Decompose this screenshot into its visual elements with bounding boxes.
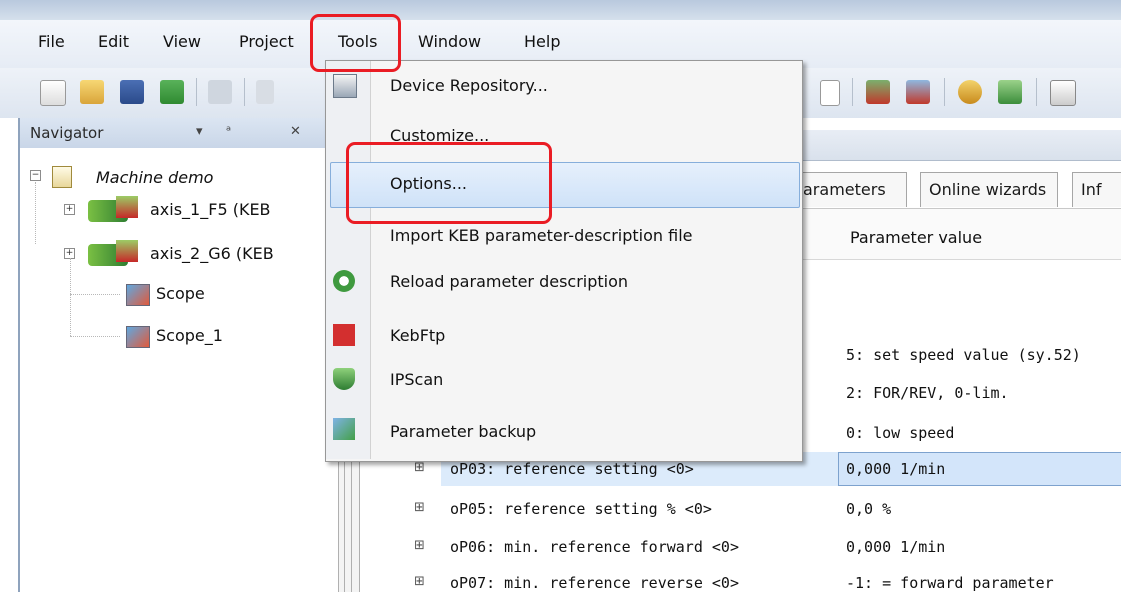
reload-icon [333,270,355,292]
new-file-icon[interactable] [40,80,66,106]
expand-icon[interactable]: ⊞ [414,460,425,475]
navigator-dropdown-icon[interactable]: ▾ [196,124,203,139]
navigator-title: Navigator [30,124,104,142]
parameter-value: 2: FOR/REV, 0-lim. [846,384,1009,402]
menu-item-device-repository[interactable]: Device Repository... [390,76,548,95]
menu-item-kebftp[interactable]: KebFtp [390,326,445,345]
parameter-value[interactable]: 0,0 % [846,500,891,518]
key-icon[interactable] [958,80,982,104]
tab-info[interactable]: Inf [1072,172,1121,207]
tab-parameters[interactable]: arameters [800,172,907,207]
navigator-pin-icon[interactable]: ᵃ [226,124,231,139]
navigator-close-icon[interactable]: ✕ [290,124,301,139]
toolbar-separator [196,78,197,106]
parameter-value[interactable]: 0,000 1/min [846,538,945,556]
expand-icon[interactable]: + [64,204,75,215]
window-title-strip [0,0,1121,20]
menu-window[interactable]: Window [418,32,481,51]
menu-edit[interactable]: Edit [98,32,129,51]
menu-icon-column [326,61,371,459]
tab-online-wizards[interactable]: Online wizards [920,172,1058,207]
menu-file[interactable]: File [38,32,65,51]
ipscan-icon [333,368,355,390]
tree-item-axis-2[interactable]: axis_2_G6 (KEB [150,244,274,263]
parameter-name[interactable]: oP05: reference setting % <0> [450,500,712,518]
open-folder-icon[interactable] [80,80,104,104]
menu-item-import-keb-description[interactable]: Import KEB parameter-description file [390,226,692,245]
scan-icon[interactable] [998,80,1022,104]
toolbar-separator [944,78,945,106]
expand-icon[interactable]: ⊞ [414,538,425,553]
menu-item-ipscan[interactable]: IPScan [390,370,443,389]
repository-icon [333,74,357,98]
parameter-name[interactable]: oP07: min. reference reverse <0> [450,574,739,592]
undo-icon[interactable] [256,80,274,104]
parameter-name[interactable]: oP06: min. reference forward <0> [450,538,739,556]
tree-item-axis-1[interactable]: axis_1_F5 (KEB [150,200,271,219]
toolbar-separator [244,78,245,106]
parameter-value: 5: set speed value (sy.52) [846,346,1081,364]
scope-icon [126,284,150,306]
keb-device-icon[interactable] [866,80,890,104]
menu-item-parameter-backup[interactable]: Parameter backup [390,422,536,441]
scope-icon [126,326,150,348]
parameter-value: 0: low speed [846,424,955,442]
document-tab-strip [800,130,1121,161]
menu-view[interactable]: View [163,32,201,51]
page-icon[interactable] [820,80,840,106]
expand-icon[interactable]: ⊞ [414,500,425,515]
parameter-value[interactable]: 0,000 1/min [846,460,945,478]
import-icon[interactable] [160,80,184,104]
keb-online-icon[interactable] [906,80,930,104]
keb-logo-icon [116,196,138,218]
toolbar-separator [852,78,853,106]
toolbar-separator [1036,78,1037,106]
kebftp-icon [333,324,355,346]
menu-project[interactable]: Project [239,32,294,51]
parameter-value[interactable]: -1: = forward parameter [846,574,1054,592]
save-icon[interactable] [120,80,144,104]
menu-help[interactable]: Help [524,32,560,51]
tools-dropdown-menu [325,60,803,462]
collapse-icon[interactable]: − [30,170,41,181]
scope-chart-icon[interactable] [1050,80,1076,106]
tools-menu-callout [310,14,401,72]
parameter-name[interactable]: oP03: reference setting <0> [450,460,694,478]
tree-root-machine-demo[interactable]: Machine demo [96,168,213,187]
print-icon[interactable] [208,80,232,104]
expand-icon[interactable]: ⊞ [414,574,425,589]
keb-logo-icon [116,240,138,262]
menu-item-reload-parameter-description[interactable]: Reload parameter description [390,272,628,291]
backup-icon [333,418,355,440]
column-header-parameter-value[interactable]: Parameter value [850,228,982,247]
project-icon [52,166,72,188]
options-callout [346,142,552,224]
tree-item-scope-1[interactable]: Scope_1 [156,326,223,345]
tree-item-scope[interactable]: Scope [156,284,205,303]
